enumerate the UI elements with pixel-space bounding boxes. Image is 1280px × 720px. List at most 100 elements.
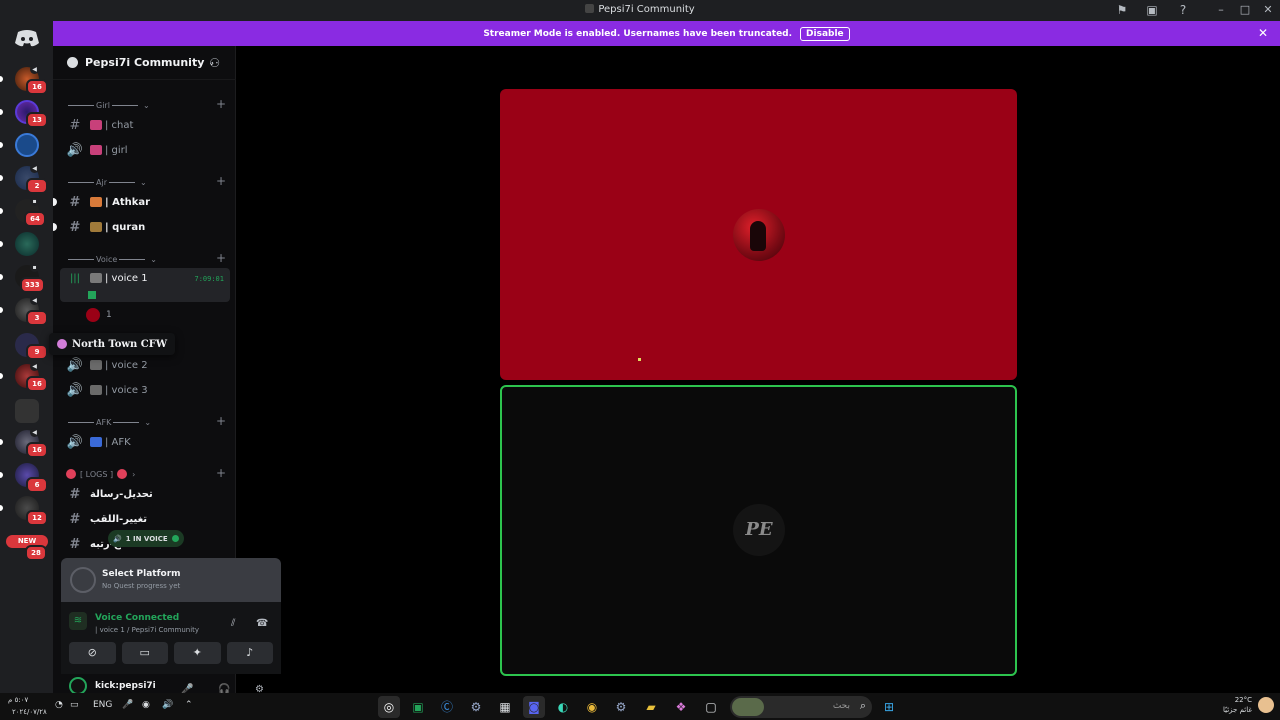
server-unread-pill: [0, 307, 3, 313]
file-explorer-icon[interactable]: ▰: [640, 696, 662, 718]
disconnect-icon[interactable]: ☎: [256, 618, 268, 629]
chrome-icon[interactable]: ◉: [581, 696, 603, 718]
unread-indicator: [53, 223, 57, 231]
category-voice[interactable]: Voice ⌄ +: [66, 251, 226, 265]
category-ajr[interactable]: Ajr ⌄ +: [66, 174, 226, 188]
close-window-button[interactable]: ✕: [1259, 2, 1277, 18]
copilot-icon[interactable]: ❖: [670, 696, 692, 718]
channel-girl[interactable]: 🔊 | girl: [60, 139, 230, 161]
channel-voice2[interactable]: 🔊 | voice 2: [60, 354, 230, 376]
screen-share-icon[interactable]: ▣: [1145, 3, 1159, 17]
close-banner-icon[interactable]: ✕: [1258, 26, 1268, 40]
discord-tray-icon[interactable]: ◉: [142, 700, 150, 710]
emoji-icon: [90, 273, 102, 283]
server-icon[interactable]: [15, 232, 39, 256]
voice-channel-icon: 🔊: [66, 357, 84, 373]
text-channel-icon: #: [69, 536, 81, 552]
help-icon[interactable]: ?: [1176, 3, 1190, 17]
minimize-button[interactable]: –: [1212, 2, 1230, 18]
user-name[interactable]: kick:pepsi7i: [95, 681, 156, 691]
channel-voice3[interactable]: 🔊 | voice 3: [60, 379, 230, 401]
discord-app-icon[interactable]: ◙: [523, 696, 545, 718]
text-channel-icon: #: [69, 486, 81, 502]
camera-toggle-button[interactable]: ⊘: [69, 642, 116, 664]
server-icon[interactable]: [15, 133, 39, 157]
in-voice-pill[interactable]: 🔊 1 IN VOICE: [108, 530, 184, 547]
taskbar-search[interactable]: بحث ⌕: [730, 696, 872, 718]
channel-log-1[interactable]: # تحديل-رسالة: [60, 483, 230, 505]
participant-tile-speaking[interactable]: [500, 89, 1017, 380]
add-channel-icon[interactable]: +: [216, 251, 226, 265]
task-view-icon[interactable]: ▢: [700, 696, 722, 718]
mouse-cursor-icon: [638, 358, 641, 361]
speaker-icon: ◀: [30, 65, 39, 74]
user-avatar: [86, 308, 100, 322]
chevron-up-icon[interactable]: ⌃: [185, 700, 193, 710]
add-channel-icon[interactable]: +: [216, 466, 226, 480]
text-channel-icon: #: [69, 194, 81, 210]
clock[interactable]: ٥:٠٧ م ٢٠٢٤/٠٧/٢٨: [8, 695, 47, 716]
new-label: NEW: [17, 537, 37, 545]
category-logs[interactable]: [ LOGS ] › +: [66, 466, 226, 480]
channel-chat[interactable]: # | chat: [60, 114, 230, 136]
channel-label: | Athkar: [105, 196, 151, 208]
channel-quran[interactable]: # | quran: [53, 216, 230, 238]
disable-streamer-button[interactable]: Disable: [800, 26, 850, 41]
add-channel-icon[interactable]: +: [216, 97, 226, 111]
channel-label: | AFK: [105, 436, 131, 448]
channel-label: | quran: [105, 221, 146, 233]
wifi-icon[interactable]: ◔: [55, 700, 63, 710]
inbox-flag-icon[interactable]: ⚑: [1115, 3, 1129, 17]
share-screen-button[interactable]: ▭: [121, 642, 168, 664]
no-entry-icon: [66, 469, 76, 479]
guild-header[interactable]: Pepsi7i Community ⌄ ⚇: [53, 46, 236, 80]
channel-athkar[interactable]: # | Athkar: [53, 191, 230, 213]
noise-suppression-icon[interactable]: ⫽: [231, 618, 235, 629]
screen-icon: ▪: [30, 197, 39, 206]
banner-text: Streamer Mode is enabled. Usernames have…: [483, 28, 793, 39]
category-label: AFK: [96, 417, 112, 427]
maximize-button[interactable]: □: [1236, 2, 1254, 18]
signal-icon[interactable]: ≋: [69, 612, 87, 630]
app-icon[interactable]: Ⓒ: [436, 696, 458, 718]
channel-label: تحديل-رسالة: [90, 488, 153, 500]
participant-tile-self[interactable]: PE: [500, 385, 1017, 676]
soundboard-button[interactable]: ♪: [226, 642, 273, 664]
server-unread-pill: [0, 241, 3, 247]
store-icon[interactable]: ▦: [494, 696, 516, 718]
steam-icon[interactable]: ⚙: [610, 696, 632, 718]
discord-home-icon[interactable]: [14, 29, 40, 47]
server-icon[interactable]: [15, 399, 39, 423]
start-menu-icon[interactable]: ⊞: [878, 696, 900, 718]
category-afk[interactable]: AFK ⌄ +: [66, 414, 226, 428]
microphone-tray-icon[interactable]: 🎤: [122, 700, 133, 710]
weather-widget[interactable]: 22°C غائم جزئيًا: [1223, 695, 1274, 715]
voice-user[interactable]: 1: [86, 308, 112, 322]
channel-log-2[interactable]: # تغيير-اللقب: [60, 508, 230, 530]
quest-panel[interactable]: Select Platform No Quest progress yet: [61, 558, 281, 602]
voice-action-buttons: ⊘ ▭ ✦ ♪: [69, 642, 273, 666]
invite-people-icon[interactable]: ⚇: [209, 56, 220, 70]
add-channel-icon[interactable]: +: [216, 174, 226, 188]
volume-icon[interactable]: 🔊: [162, 700, 173, 710]
add-channel-icon[interactable]: +: [216, 414, 226, 428]
server-unread-pill: [0, 373, 3, 379]
voice-channel-icon: 🔊: [66, 382, 84, 398]
voice-connected-panel: ≋ Voice Connected | voice 1 / Pepsi7i Co…: [61, 602, 281, 674]
channel-voice1[interactable]: ||| | voice 1 7:09:01: [60, 268, 230, 302]
voice-status-subtitle[interactable]: | voice 1 / Pepsi7i Community: [95, 626, 199, 634]
channel-afk[interactable]: 🔊 | AFK: [60, 431, 230, 453]
app-icon[interactable]: ▣: [407, 696, 429, 718]
speaker-icon: ◀: [30, 164, 39, 173]
language-indicator[interactable]: ENG: [93, 700, 112, 710]
monitor-icon[interactable]: ▭: [70, 700, 79, 710]
mention-badge: 16: [26, 376, 48, 392]
edge-icon[interactable]: ◐: [552, 696, 574, 718]
clock-time: ٥:٠٧ م: [8, 696, 29, 704]
category-girl[interactable]: Girl ⌄ +: [66, 97, 226, 111]
activities-button[interactable]: ✦: [174, 642, 221, 664]
server-unread-pill: [0, 109, 3, 115]
participant-avatar: PE: [733, 504, 785, 556]
steam-icon[interactable]: ⚙: [465, 696, 487, 718]
obs-app-icon[interactable]: ◎: [378, 696, 400, 718]
